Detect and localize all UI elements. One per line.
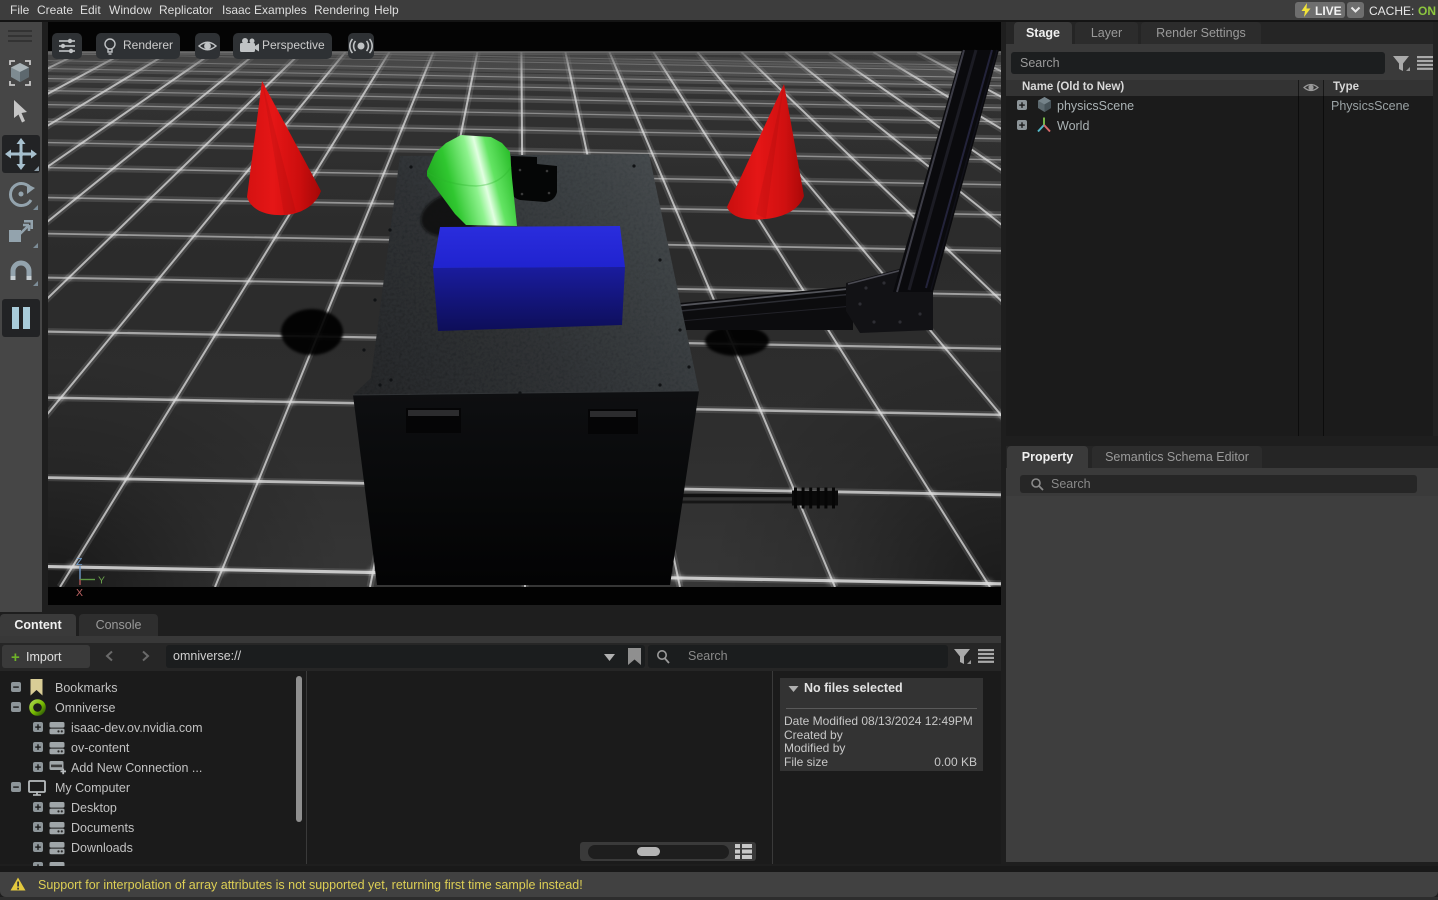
svg-text:Y: Y: [98, 575, 105, 587]
svg-text:X: X: [76, 587, 83, 599]
